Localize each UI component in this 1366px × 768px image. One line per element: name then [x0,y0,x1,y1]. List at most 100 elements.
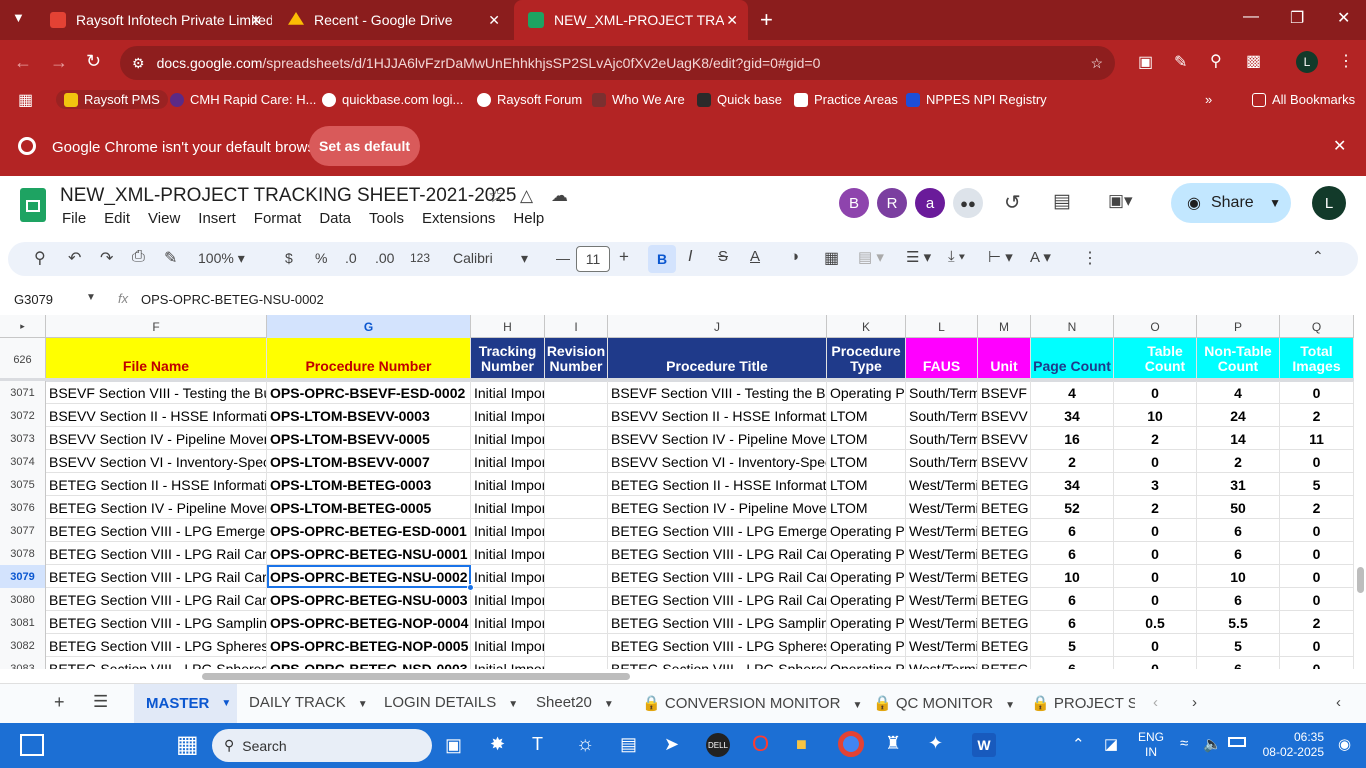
bookmark-item[interactable]: Practice Areas [794,92,898,107]
share-button[interactable]: ◉ Share ▼ [1171,183,1291,223]
faus-cell[interactable]: South/Term [906,427,978,450]
tracking-number-cell[interactable]: Initial Import [471,404,545,427]
column-header-o[interactable]: O [1114,315,1197,338]
row-number[interactable]: 3083 [0,657,46,669]
horizontal-scroll-thumb[interactable] [202,673,630,680]
star-icon[interactable]: ☆ [488,185,505,208]
non-table-count-cell[interactable]: 5 [1197,634,1280,657]
unit-cell[interactable]: BETEG [978,496,1031,519]
profile-avatar[interactable]: L [1296,51,1318,73]
add-sheet-icon[interactable]: + [54,692,65,713]
browser-tab-active[interactable]: NEW_XML-PROJECT TRACKING ✕ [514,0,748,40]
procedure-number-cell[interactable]: OPS-LTOM-BETEG-0003 [267,473,471,496]
dell-icon[interactable]: DELL [706,733,730,757]
page-count-cell[interactable]: 16 [1031,427,1114,450]
word-icon[interactable]: W [972,733,996,757]
column-header-h[interactable]: H [471,315,545,338]
procedure-number-cell[interactable]: OPS-OPRC-BETEG-NSU-0003 [267,588,471,611]
unit-cell[interactable]: BETEG [978,611,1031,634]
table-count-cell[interactable]: 0 [1114,588,1197,611]
header-procedure-number[interactable]: Procedure Number [267,338,471,378]
move-icon[interactable]: △ [520,186,533,206]
revision-number-cell[interactable] [545,496,608,519]
puzzle-icon[interactable]: ▩ [1246,51,1261,71]
revision-number-cell[interactable] [545,542,608,565]
header-non-table-count[interactable]: Non-Table Count [1197,338,1280,378]
revision-number-cell[interactable] [545,427,608,450]
merge-cells-icon[interactable]: ▤ ▾ [858,248,884,266]
total-images-cell[interactable]: 2 [1280,611,1354,634]
close-tab-icon[interactable]: ✕ [488,12,500,29]
bookmark-star-icon[interactable]: ☆ [1090,55,1103,72]
volume-icon[interactable]: 🔈 [1203,735,1222,753]
scroll-tabs-right-icon[interactable]: › [1192,694,1197,711]
page-count-cell[interactable]: 6 [1031,657,1114,669]
unit-cell[interactable]: BETEG [978,542,1031,565]
procedure-type-cell[interactable]: Operating Pr [827,657,906,669]
procedure-number-cell[interactable]: OPS-LTOM-BSEVV-0005 [267,427,471,450]
unit-cell[interactable]: BETEG [978,588,1031,611]
row-number[interactable]: 3079 [0,565,46,588]
row-number[interactable]: 3078 [0,542,46,565]
store-icon[interactable]: ▤ [620,734,637,755]
language-indicator[interactable]: ENG IN [1138,730,1164,760]
column-header-n[interactable]: N [1031,315,1114,338]
row-number[interactable]: 3073 [0,427,46,450]
procedure-type-cell[interactable]: Operating Pr [827,634,906,657]
header-unit[interactable]: Unit [978,338,1031,378]
procedure-type-cell[interactable]: Operating Pr [827,588,906,611]
sheet-tab-login-details[interactable]: LOGIN DETAILS ▼ [384,694,518,711]
row-number[interactable]: 3082 [0,634,46,657]
omnibox[interactable]: ⚙ docs.google.com /spreadsheets/d/1HJJA6… [120,46,1115,80]
new-tab-icon[interactable]: + [760,7,773,33]
document-title[interactable]: NEW_XML-PROJECT TRACKING SHEET-2021-2025 [60,185,517,207]
table-count-cell[interactable]: 2 [1114,496,1197,519]
faus-cell[interactable]: South/Term [906,381,978,404]
column-header-g[interactable]: G [267,315,471,338]
infobar-close-icon[interactable]: ✕ [1333,136,1346,156]
copilot-icon[interactable]: ✸ [490,734,505,755]
strikethrough-button[interactable]: S [718,248,728,265]
horizontal-scrollbar[interactable] [0,669,1366,683]
print-icon[interactable]: ⎙ [132,248,145,266]
page-count-cell[interactable]: 6 [1031,519,1114,542]
non-table-count-cell[interactable]: 6 [1197,542,1280,565]
procedure-title-cell[interactable]: BSEVF Section VIII - Testing the Butan [608,381,827,404]
file-name-cell[interactable]: BETEG Section II - HSSE Information [46,473,267,496]
procedure-number-cell[interactable]: OPS-OPRC-BETEG-NOP-0004 [267,611,471,634]
header-total-images[interactable]: Total Images [1280,338,1354,378]
row-number[interactable]: 3077 [0,519,46,542]
procedure-type-cell[interactable]: LTOM [827,473,906,496]
non-table-count-cell[interactable]: 31 [1197,473,1280,496]
row-number[interactable]: 3074 [0,450,46,473]
procedure-title-cell[interactable]: BETEG Section VIII - LPG Emergency [608,519,827,542]
header-revision-number[interactable]: Revision Number [545,338,608,378]
revision-number-cell[interactable] [545,611,608,634]
apps-icon[interactable]: ▦ [18,90,33,110]
procedure-title-cell[interactable]: BETEG Section VIII - LPG Spheres Inc [608,634,827,657]
procedure-number-cell[interactable]: OPS-OPRC-BSEVF-ESD-0002 [267,381,471,404]
comments-icon[interactable]: ▤ [1053,190,1071,213]
menu-insert[interactable]: Insert [198,210,236,227]
cloud-status-icon[interactable]: ☁ [551,186,568,206]
column-header-j[interactable]: J [608,315,827,338]
row-number[interactable]: 626 [0,338,46,378]
currency-button[interactable]: $ [285,250,293,266]
menu-view[interactable]: View [148,210,180,227]
table-count-cell[interactable]: 0 [1114,381,1197,404]
zoom-icon[interactable]: ⚲ [1210,51,1222,71]
procedure-number-cell[interactable]: OPS-LTOM-BETEG-0005 [267,496,471,519]
column-header-q[interactable]: Q [1280,315,1354,338]
app-icon[interactable]: ♜ [885,733,901,754]
collaborator-avatar[interactable]: B [839,188,869,218]
unit-cell[interactable]: BETEG [978,473,1031,496]
wifi-icon[interactable]: ≈ [1180,735,1188,752]
procedure-type-cell[interactable]: Operating Pr [827,565,906,588]
unit-cell[interactable]: BETEG [978,565,1031,588]
text-rotation-icon[interactable]: A ▾ [1030,248,1051,266]
total-images-cell[interactable]: 0 [1280,519,1354,542]
menu-data[interactable]: Data [319,210,351,227]
decrease-decimal-button[interactable]: .0 [345,250,357,266]
tracking-number-cell[interactable]: Initial Import [471,634,545,657]
total-images-cell[interactable]: 0 [1280,657,1354,669]
